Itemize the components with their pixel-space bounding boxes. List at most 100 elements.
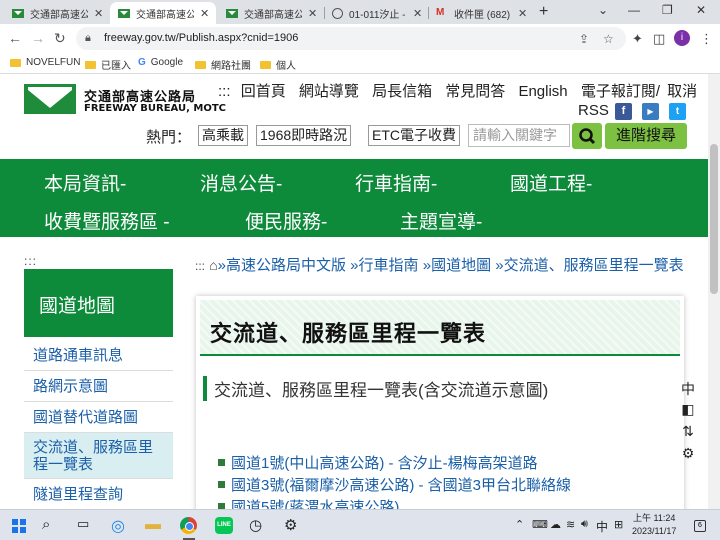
ime-indicator[interactable]: 中	[596, 518, 608, 535]
breadcrumb-item[interactable]: 高速公路局中文版	[226, 257, 346, 274]
home-icon[interactable]: ⌂	[209, 257, 217, 273]
nav-public-service[interactable]: 便民服務-	[245, 207, 327, 234]
search-button[interactable]	[572, 123, 602, 149]
hot-link-etc[interactable]: ETC電子收費	[368, 125, 460, 146]
clock-app-icon[interactable]: ◷	[249, 516, 262, 534]
close-tab-icon[interactable]: ✕	[413, 7, 422, 20]
bookmark-folder[interactable]: 網路社團	[195, 57, 251, 72]
browser-tab[interactable]: M 收件匣 (682) - ✕	[428, 2, 532, 24]
twitter-icon[interactable]: t	[669, 103, 686, 120]
nav-freeway-works[interactable]: 國道工程-	[510, 169, 592, 196]
task-view-icon[interactable]: ▭	[77, 516, 89, 532]
browser-tab[interactable]: 交通部高速公路 ✕	[218, 2, 322, 24]
breadcrumb: ::: ⌂»高速公路局中文版 »行車指南 »國道地圖 »交流道、服務區里程一覽表	[195, 257, 684, 274]
close-tab-icon[interactable]: ✕	[200, 7, 209, 20]
windows-start-icon[interactable]	[12, 519, 26, 533]
back-arrow-icon[interactable]: ←	[8, 30, 22, 46]
url-text[interactable]: freeway.gov.tw/Publish.aspx?cnid=1906	[104, 32, 298, 44]
faq-link[interactable]: 常見問答	[445, 83, 505, 100]
list-item[interactable]: 國道3號(福爾摩沙高速公路) - 含國道3甲台北聯絡線	[218, 474, 571, 495]
extensions-puzzle-icon[interactable]: ✦	[632, 31, 643, 47]
content-card: 交流道、服務區里程一覽表 交流道、服務區里程一覽表(含交流道示意圖) 國道1號(…	[196, 296, 684, 509]
profile-avatar[interactable]: i	[674, 30, 690, 46]
file-explorer-icon[interactable]: ▬	[145, 516, 161, 534]
settings-gear-icon[interactable]: ⚙	[674, 445, 702, 465]
bookmark-star-icon[interactable]: ☆	[603, 32, 614, 46]
home-link[interactable]: 回首頁	[241, 83, 286, 100]
accesskey-dots: :::	[218, 83, 231, 100]
browser-tab[interactable]: 交通部高速公路 ✕	[4, 2, 108, 24]
freeway-logo-icon[interactable]	[24, 84, 76, 114]
newsletter-cancel-link[interactable]: 取消	[667, 83, 697, 100]
list-item[interactable]: 國道5號(蔣渭水高速公路)	[218, 496, 399, 509]
settings-gear-icon[interactable]: ⚙	[284, 516, 297, 534]
sidebar-item-network-map[interactable]: 路網示意圖	[24, 371, 173, 402]
show-hidden-icons-chevron-icon[interactable]: ⌃	[515, 518, 524, 531]
system-clock[interactable]: 上午 11:24 2023/11/17	[632, 512, 676, 538]
site-name-en[interactable]: FREEWAY BUREAU, MOTC	[84, 103, 226, 114]
rss-link[interactable]: RSS	[578, 102, 609, 119]
forward-arrow-icon[interactable]: →	[31, 30, 45, 46]
search-icon[interactable]: ⌕	[42, 516, 50, 533]
advanced-search-button[interactable]: 進階搜尋	[605, 123, 687, 149]
keyboard-icon[interactable]: ⌨	[532, 518, 548, 531]
close-window-icon[interactable]: ✕	[696, 3, 706, 17]
breadcrumb-dots: :::	[195, 259, 206, 273]
english-link[interactable]: English	[518, 83, 567, 100]
globe-icon	[332, 7, 343, 19]
sitemap-link[interactable]: 網站導覽	[299, 83, 359, 100]
sidebar-item-alternate-routes[interactable]: 國道替代道路圖	[24, 402, 173, 433]
new-tab-button[interactable]: +	[539, 3, 548, 21]
ime-mode-icon[interactable]: ⊞	[614, 518, 623, 531]
contrast-toggle-icon[interactable]: ◧	[674, 401, 702, 421]
bookmark-folder[interactable]: 個人	[260, 57, 296, 72]
nav-driving-guide[interactable]: 行車指南-	[355, 169, 437, 196]
browser-tab-active[interactable]: 交通部高速公路 ✕	[110, 2, 216, 24]
hot-link-hov[interactable]: 高乘載	[198, 125, 248, 146]
chinese-input-tool-icon[interactable]: 中	[674, 379, 702, 399]
sidebar-item-tunnel-mileage[interactable]: 隧道里程查詢	[24, 479, 173, 509]
line-app-icon[interactable]: LINE	[215, 517, 233, 534]
share-icon[interactable]: ⇪	[579, 32, 589, 46]
bookmark-folder[interactable]: NOVELFUN	[10, 57, 80, 68]
sidebar-item-road-opening[interactable]: 道路通車訊息	[24, 340, 173, 371]
notification-center-icon[interactable]: 6	[694, 520, 706, 532]
scrollbar-thumb[interactable]	[710, 144, 718, 294]
youtube-icon[interactable]: ▶	[642, 103, 659, 120]
breadcrumb-item[interactable]: 行車指南	[359, 257, 419, 274]
bookmark-folder[interactable]: 已匯入	[85, 57, 131, 72]
facebook-icon[interactable]: f	[615, 103, 632, 120]
nav-news[interactable]: 消息公告-	[200, 169, 282, 196]
wifi-icon[interactable]: ≋	[566, 518, 575, 531]
chrome-icon[interactable]	[180, 517, 197, 534]
cloud-icon[interactable]: ☁	[550, 518, 561, 531]
nav-toll-service[interactable]: 收費暨服務區 -	[44, 207, 170, 234]
nav-bureau-info[interactable]: 本局資訊-	[44, 169, 126, 196]
address-bar[interactable]: 🔒︎ freeway.gov.tw/Publish.aspx?cnid=1906…	[76, 27, 626, 50]
sidebar-item-interchange-mileage[interactable]: 交流道、服務區里程一覽表	[24, 433, 173, 479]
tab-search-chevron-icon[interactable]: ⌄	[598, 3, 608, 17]
logo-triangle	[28, 90, 72, 108]
minimize-icon[interactable]: —	[628, 3, 640, 17]
list-item[interactable]: 國道1號(中山高速公路) - 含汐止-楊梅高架道路	[218, 452, 538, 473]
search-input[interactable]: 請輸入關鍵字	[468, 124, 570, 147]
restore-icon[interactable]: ❐	[662, 3, 673, 17]
close-tab-icon[interactable]: ✕	[518, 7, 527, 20]
close-tab-icon[interactable]: ✕	[94, 7, 103, 20]
edge-icon[interactable]: ◎	[111, 516, 125, 536]
newsletter-subscribe-link[interactable]: 電子報訂閱/	[581, 83, 660, 100]
bookmark-link[interactable]: G Google	[138, 57, 183, 68]
page-scrollbar[interactable]	[708, 74, 720, 509]
sync-tool-icon[interactable]: ⇅	[674, 423, 702, 443]
director-mailbox-link[interactable]: 局長信箱	[372, 83, 432, 100]
breadcrumb-item[interactable]: 國道地圖	[431, 257, 491, 274]
speaker-icon[interactable]: 🔊︎	[581, 518, 588, 531]
close-tab-icon[interactable]: ✕	[308, 7, 317, 20]
side-panel-icon[interactable]: ◫	[653, 31, 665, 47]
breadcrumb-item-current[interactable]: 交流道、服務區里程一覽表	[504, 257, 684, 274]
browser-menu-icon[interactable]: ⋮	[700, 31, 713, 47]
hot-link-1968[interactable]: 1968即時路況	[256, 125, 352, 146]
browser-tab[interactable]: 01-011汐止 - ✕	[324, 2, 428, 24]
nav-topics[interactable]: 主題宣導-	[400, 207, 482, 234]
reload-icon[interactable]: ↻	[54, 30, 66, 47]
